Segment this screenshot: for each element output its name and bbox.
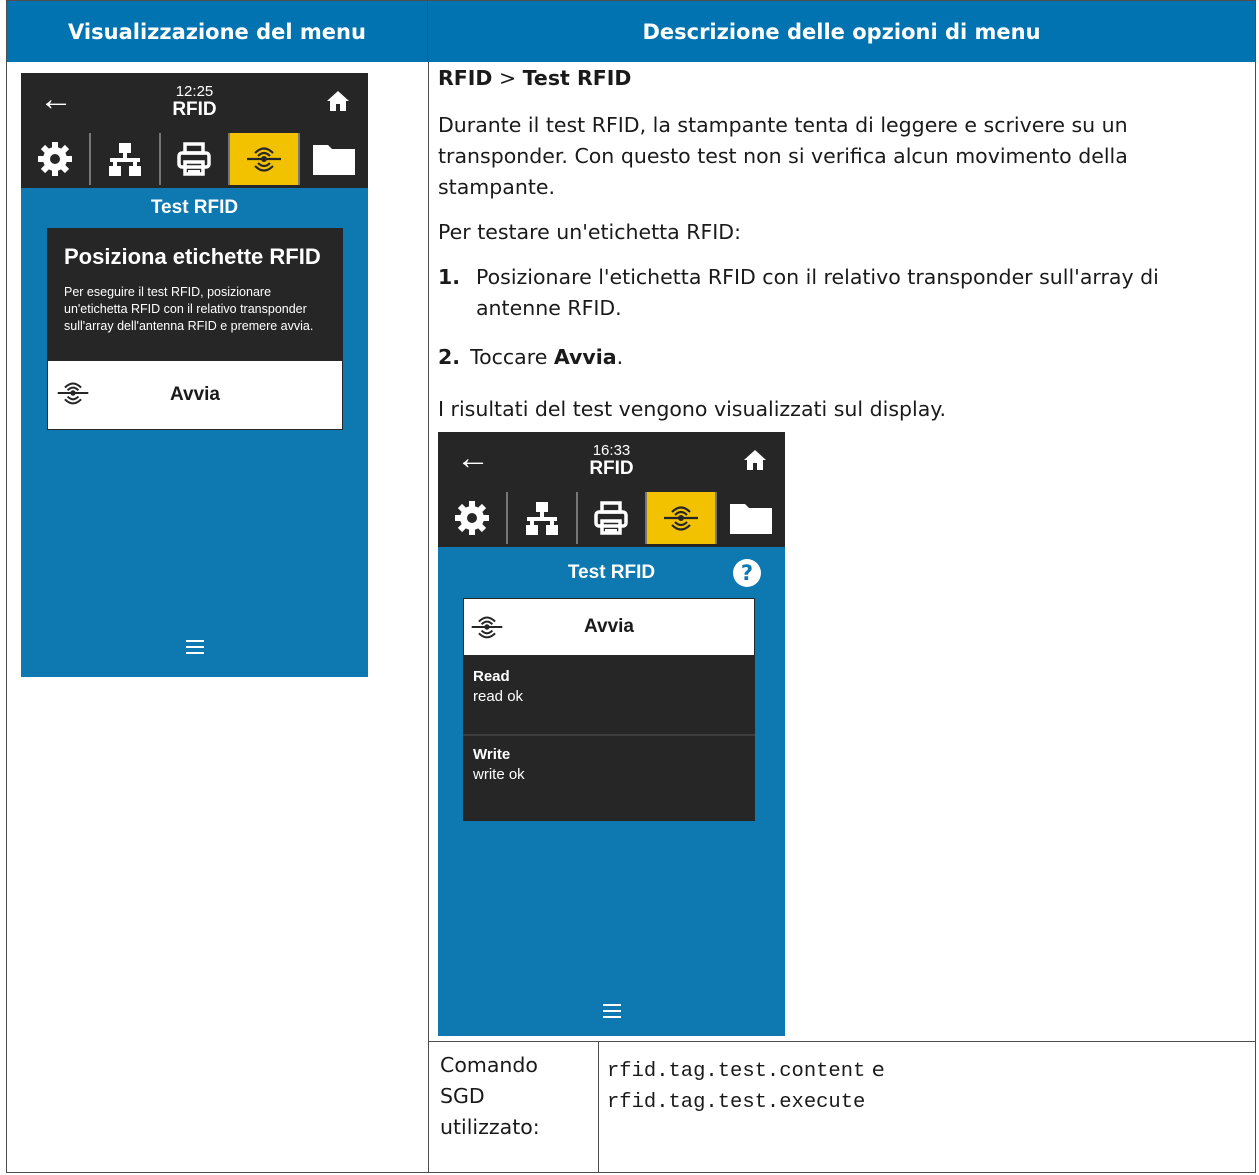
sgd-command-joiner: e (865, 1057, 885, 1081)
column-divider (428, 62, 429, 1173)
intro-paragraph: Durante il test RFID, la stampante tenta… (438, 113, 1128, 199)
help-button[interactable]: ? (733, 559, 761, 587)
breadcrumb-test-rfid: Test RFID (522, 66, 632, 90)
menu-tab-bar (21, 133, 368, 188)
dialog-message: Per eseguire il test RFID, posizionare u… (64, 285, 314, 333)
network-icon (525, 502, 558, 535)
network-icon (108, 143, 141, 176)
printer-screen-test-rfid-results: ← 16:33 RFID Test RFID ? Avvia Read read… (438, 432, 785, 1036)
start-button[interactable]: Avvia (463, 598, 755, 656)
home-icon[interactable] (743, 449, 767, 471)
screen-heading: Test RFID (150, 197, 239, 218)
read-result: Read read ok (463, 656, 755, 734)
write-value: write ok (473, 766, 525, 783)
hamburger-menu-icon[interactable] (602, 1004, 621, 1022)
home-icon[interactable] (326, 90, 350, 112)
step-2-text: Toccare (470, 345, 554, 369)
printer-screen-test-rfid-prompt: ← 12:25 RFID Test RFID Posiziona etichet… (21, 73, 368, 677)
folder-icon (730, 504, 773, 534)
read-label: Read (473, 668, 510, 685)
clock: 16:33 (592, 442, 631, 459)
write-result: Write write ok (463, 736, 755, 821)
header-menu-display: Visualizzazione del menu (7, 1, 428, 62)
step-2: 2. Toccare Avvia. (438, 345, 623, 369)
hamburger-menu-icon[interactable] (185, 640, 204, 658)
header-menu-description: Descrizione delle opzioni di menu (428, 1, 1255, 62)
results-note: I risultati del test vengono visualizzat… (438, 397, 947, 421)
screen-top-bar: ← 12:25 RFID (21, 73, 368, 133)
breadcrumb: RFID > Test RFID (438, 66, 631, 90)
menu-tab-bar (438, 492, 785, 547)
tab-settings[interactable] (21, 133, 89, 185)
start-label: Avvia (584, 616, 634, 637)
place-tag-dialog: Posiziona etichette RFID Per eseguire il… (47, 228, 343, 360)
tab-rfid[interactable] (228, 133, 299, 185)
screen-top-bar: ← 16:33 RFID (438, 432, 785, 492)
tab-network[interactable] (88, 133, 159, 185)
tab-storage[interactable] (298, 133, 368, 185)
breadcrumb-separator: > (492, 66, 523, 90)
folder-icon (313, 145, 356, 175)
tab-print[interactable] (158, 133, 229, 185)
gear-icon (454, 501, 489, 535)
tab-print[interactable] (575, 492, 646, 544)
tab-storage[interactable] (715, 492, 785, 544)
steps-intro: Per testare un'etichetta RFID: (438, 220, 741, 244)
clock: 12:25 (175, 83, 214, 100)
tab-rfid[interactable] (645, 492, 716, 544)
step-1-number: 1. (438, 265, 461, 289)
command-row-divider (428, 1041, 1255, 1042)
screen-title: RFID (172, 99, 217, 120)
sgd-command-execute: rfid.tag.test.execute (607, 1091, 866, 1114)
sgd-command-values: rfid.tag.test.content e rfid.tag.test.ex… (607, 1054, 884, 1118)
read-value: read ok (473, 688, 524, 705)
command-cell-divider (598, 1041, 599, 1173)
gear-icon (37, 142, 72, 176)
printer-icon (177, 142, 212, 176)
screen-title: RFID (589, 458, 634, 479)
sgd-command-label: Comando SGD utilizzato: (440, 1053, 540, 1139)
sgd-command-content: rfid.tag.test.content (607, 1060, 866, 1083)
step-2-start-keyword: Avvia (553, 345, 617, 369)
tab-network[interactable] (505, 492, 576, 544)
step-1: 1. Posizionare l'etichetta RFID con il r… (438, 262, 1238, 324)
printer-icon (594, 501, 629, 535)
step-2-number: 2. (438, 345, 461, 369)
start-button[interactable]: Avvia (47, 360, 343, 430)
rfid-icon (247, 147, 282, 172)
tab-settings[interactable] (438, 492, 506, 544)
write-label: Write (473, 746, 511, 763)
step-1-text: Posizionare l'etichetta RFID con il rela… (476, 265, 1159, 320)
dialog-title: Posiziona etichette RFID (64, 244, 321, 269)
breadcrumb-rfid: RFID (438, 66, 493, 90)
rfid-icon (664, 506, 699, 531)
step-2-period: . (616, 345, 624, 369)
start-label: Avvia (170, 384, 220, 405)
